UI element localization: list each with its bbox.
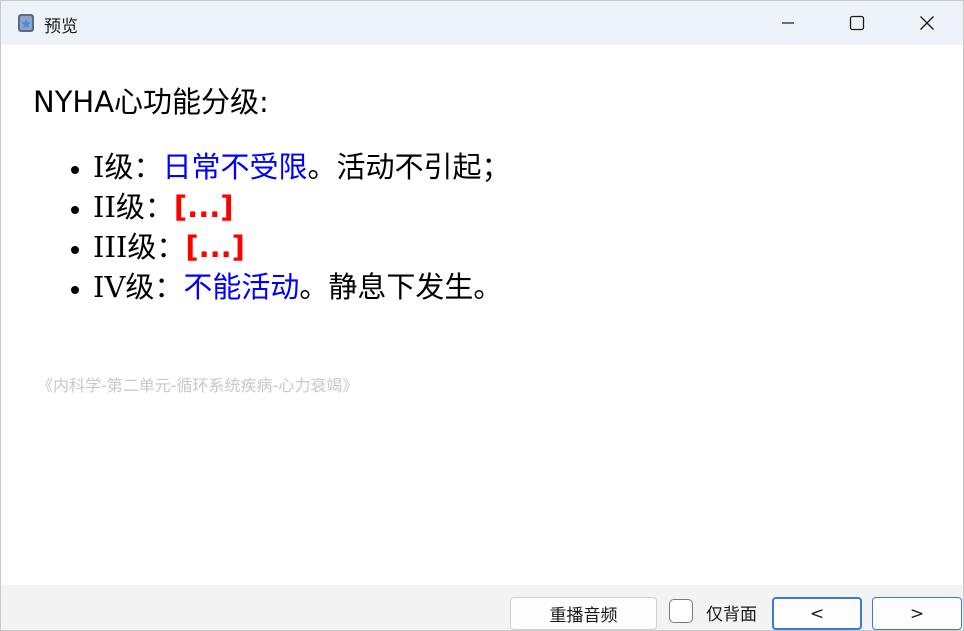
close-icon [920, 16, 934, 30]
grade-description: 。静息下发生。 [299, 270, 503, 304]
cloze-placeholder: [...] [185, 230, 245, 264]
card-heading: NYHA心功能分级: [33, 85, 269, 119]
maximize-button[interactable] [822, 1, 892, 45]
previous-card-button[interactable]: < [772, 597, 862, 630]
cloze-placeholder: [...] [173, 190, 234, 224]
grade-item-3: III级：[...] [93, 227, 511, 267]
replay-audio-button[interactable]: 重播音频 [510, 597, 657, 630]
grade-answer: 日常不受限 [162, 150, 308, 184]
maximize-icon [849, 15, 865, 31]
next-card-button[interactable]: > [872, 597, 962, 630]
minimize-icon [782, 22, 794, 24]
back-only-label[interactable]: 仅背面 [706, 600, 757, 625]
grade-description: 。活动不引起； [307, 150, 511, 184]
preview-window: 预览 NYHA心功能分级: I级：日常不受限。活动不引起； II级：[...] … [0, 0, 964, 631]
close-button[interactable] [892, 1, 962, 45]
app-icon [17, 13, 35, 33]
grade-label: II级： [93, 190, 174, 224]
grade-label: I级： [93, 150, 163, 184]
minimize-button[interactable] [753, 1, 823, 45]
grade-label: IV级： [93, 270, 184, 304]
grade-answer: 不能活动 [183, 270, 300, 304]
grade-item-2: II级：[...] [93, 187, 511, 227]
grade-item-1: I级：日常不受限。活动不引起； [93, 147, 511, 187]
grade-label: III级： [93, 230, 186, 264]
grade-list: I级：日常不受限。活动不引起； II级：[...] III级：[...] IV级… [61, 147, 511, 307]
grade-item-4: IV级：不能活动。静息下发生。 [93, 267, 511, 307]
window-title: 预览 [44, 17, 78, 37]
card-content: NYHA心功能分级: I级：日常不受限。活动不引起； II级：[...] III… [1, 45, 963, 585]
back-only-checkbox[interactable] [669, 599, 693, 623]
card-source: 《内科学-第二单元-循环系统疾病-心力衰竭》 [37, 376, 359, 395]
title-bar[interactable]: 预览 [1, 1, 963, 45]
bottom-toolbar: 重播音频 仅背面 < > [1, 585, 963, 630]
